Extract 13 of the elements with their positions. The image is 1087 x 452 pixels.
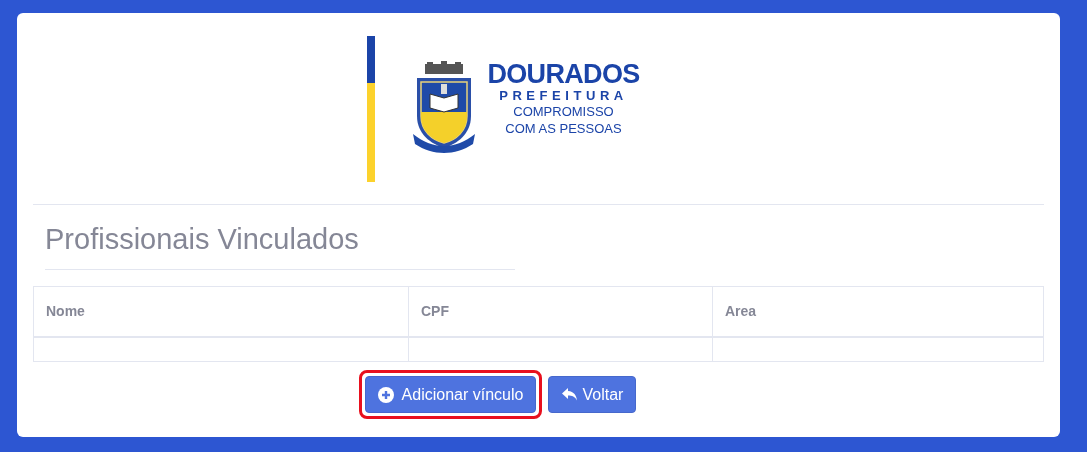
reply-arrow-icon — [561, 387, 579, 403]
logo-subtitle: PREFEITURA — [499, 88, 628, 105]
crest-emblem-icon — [411, 60, 478, 154]
plus-circle-icon — [377, 386, 394, 403]
column-header: CPF — [408, 286, 713, 337]
add-link-button[interactable]: Adicionar vínculo — [364, 376, 537, 414]
page-title: Profissionais Vinculados — [45, 221, 515, 271]
logo-tagline: COMPROMISSO — [513, 104, 614, 121]
column-header: Area — [712, 286, 1044, 337]
logo-tagline: COM AS PESSOAS — [505, 120, 622, 137]
back-button[interactable]: Voltar — [548, 376, 637, 414]
column-header: Nome — [33, 286, 409, 337]
logo-name: DOURADOS — [487, 61, 640, 89]
